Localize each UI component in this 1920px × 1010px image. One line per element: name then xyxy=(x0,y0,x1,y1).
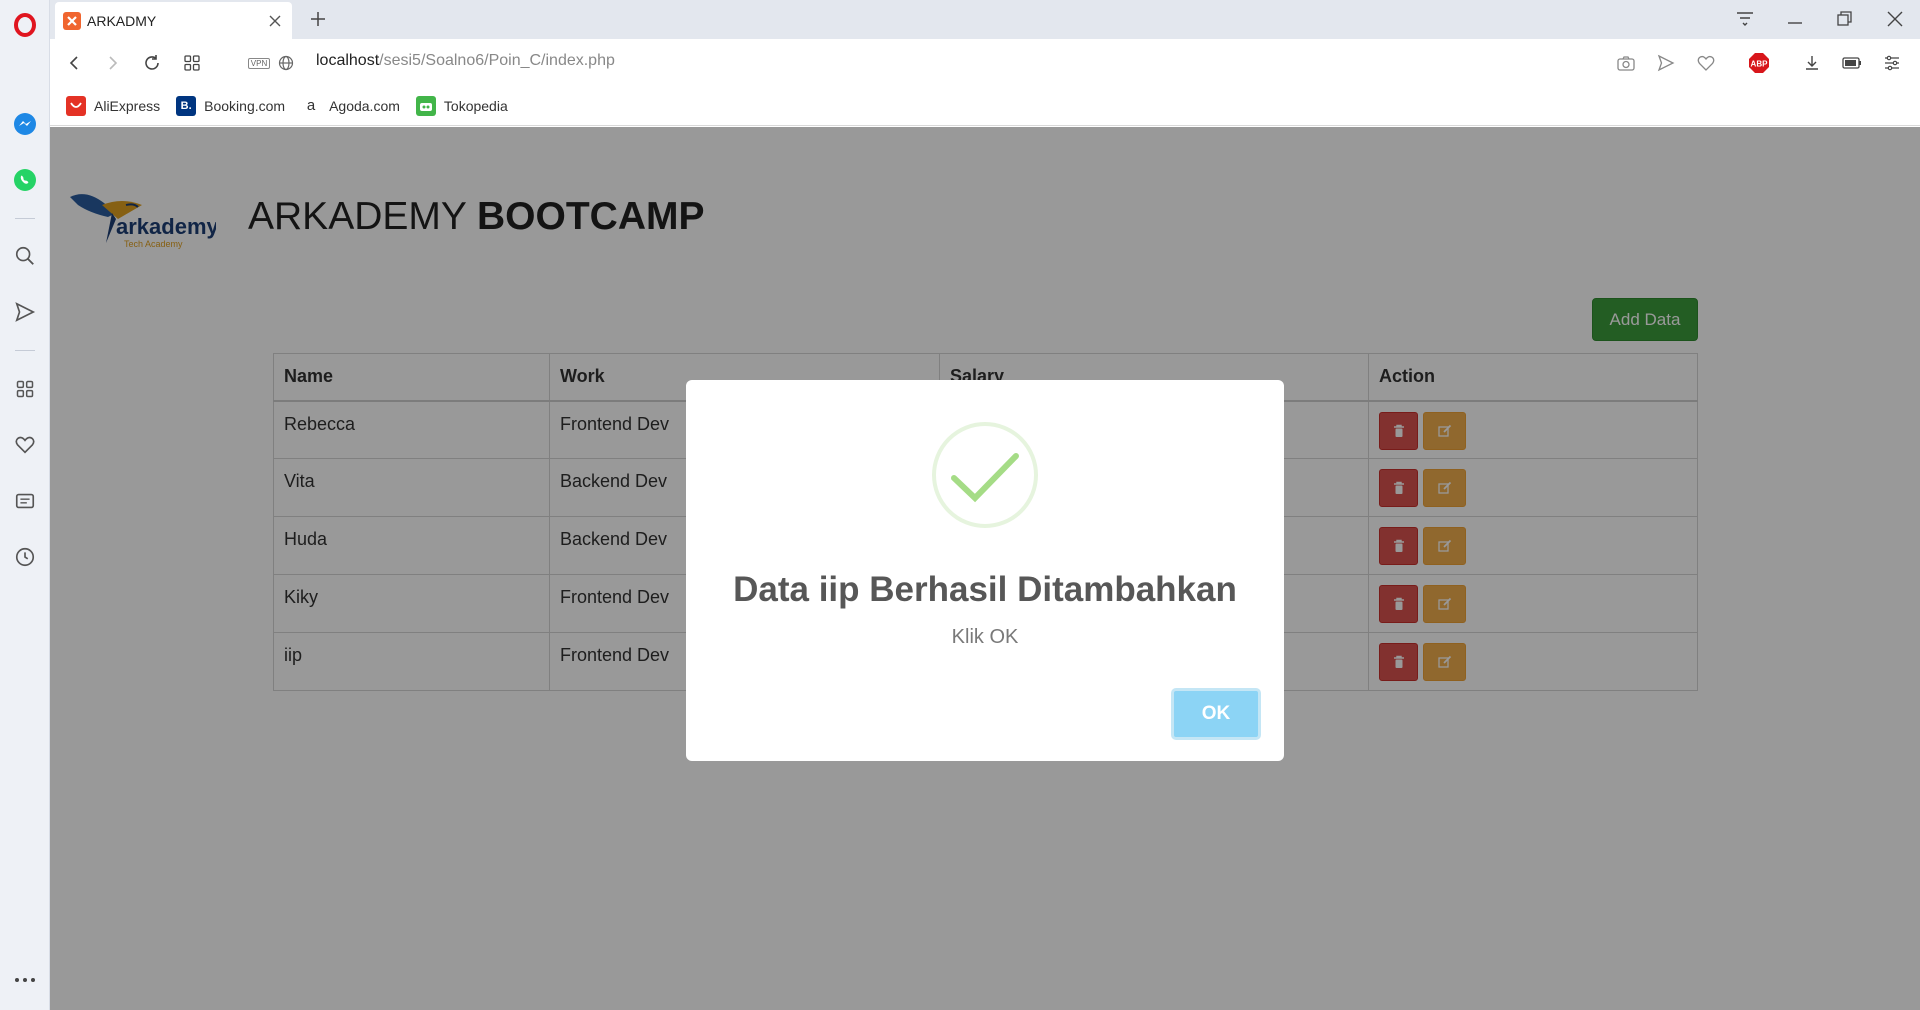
bookmark-booking[interactable]: B. Booking.com xyxy=(176,95,286,116)
bookmarks-bar: AliExpress B. Booking.com a Agoda.com To… xyxy=(50,86,1920,126)
vpn-label: VPN xyxy=(247,57,271,69)
bookmark-agoda[interactable]: a Agoda.com xyxy=(301,95,400,116)
send-to-flow-icon[interactable] xyxy=(1654,51,1678,75)
whatsapp-icon[interactable] xyxy=(13,168,37,192)
xampp-favicon-icon xyxy=(63,11,81,30)
tab-title: ARKADMY xyxy=(87,12,157,29)
tokopedia-icon xyxy=(415,95,436,116)
adblock-plus-icon[interactable]: ABP xyxy=(1747,51,1771,75)
aliexpress-icon xyxy=(66,95,86,116)
bookmark-label: Tokopedia xyxy=(443,97,508,114)
booking-icon: B. xyxy=(176,95,197,116)
abp-label: ABP xyxy=(1751,60,1769,69)
bookmark-label: AliExpress xyxy=(94,97,161,114)
easy-setup-icon[interactable] xyxy=(1880,51,1904,75)
forward-arrow-icon[interactable] xyxy=(101,51,125,75)
new-tab-plus-icon[interactable] xyxy=(306,7,330,31)
address-bar: VPN localhost/sesi5/Soalno6/Poin_C/index… xyxy=(50,39,1920,86)
tabs-grid-icon[interactable] xyxy=(180,51,204,75)
tab-close-icon[interactable] xyxy=(266,12,284,30)
vpn-badge-icon[interactable]: VPN xyxy=(246,51,272,75)
history-clock-icon[interactable] xyxy=(13,545,37,569)
minimize-icon[interactable] xyxy=(1781,6,1809,32)
heart-icon[interactable] xyxy=(13,433,37,457)
close-window-icon[interactable] xyxy=(1881,6,1909,32)
bookmark-label: Agoda.com xyxy=(329,97,400,114)
reload-icon[interactable] xyxy=(140,51,164,75)
ok-button[interactable]: OK xyxy=(1171,688,1261,740)
bookmark-heart-icon[interactable] xyxy=(1694,51,1718,75)
globe-icon[interactable] xyxy=(274,51,298,75)
news-icon[interactable] xyxy=(13,489,37,513)
success-alert-modal: Data iip Berhasil Ditambahkan Klik OK OK xyxy=(686,380,1284,761)
snapshot-camera-icon[interactable] xyxy=(1614,51,1638,75)
tab-menu-icon[interactable] xyxy=(1731,6,1759,32)
bookmark-tokopedia[interactable]: Tokopedia xyxy=(415,95,508,116)
opera-logo-icon[interactable] xyxy=(13,13,37,37)
agoda-icon: a xyxy=(301,95,322,116)
search-icon[interactable] xyxy=(13,244,37,268)
restore-icon[interactable] xyxy=(1830,6,1858,32)
url-host: localhost xyxy=(316,52,380,69)
bookmark-label: Booking.com xyxy=(204,97,286,114)
success-check-icon xyxy=(932,422,1038,528)
modal-title: Data iip Berhasil Ditambahkan xyxy=(733,570,1237,609)
url-field[interactable]: localhost/sesi5/Soalno6/Poin_C/index.php xyxy=(316,52,615,70)
tab-bar: ARKADMY xyxy=(50,0,1920,39)
back-arrow-icon[interactable] xyxy=(62,51,86,75)
download-icon[interactable] xyxy=(1800,51,1824,75)
tab-arkadmy[interactable]: ARKADMY xyxy=(55,2,292,39)
more-options-icon[interactable] xyxy=(13,968,37,992)
bookmark-aliexpress[interactable]: AliExpress xyxy=(66,95,161,116)
url-path: /sesi5/Soalno6/Poin_C/index.php xyxy=(379,52,615,69)
sidebar-divider xyxy=(15,350,35,351)
messenger-icon[interactable] xyxy=(13,112,37,136)
speed-dial-icon[interactable] xyxy=(13,377,37,401)
battery-saver-icon[interactable] xyxy=(1840,51,1864,75)
modal-message: Klik OK xyxy=(951,626,1019,648)
browser-sidebar xyxy=(0,0,50,1010)
flow-send-icon[interactable] xyxy=(13,300,37,324)
sidebar-divider xyxy=(15,218,35,219)
